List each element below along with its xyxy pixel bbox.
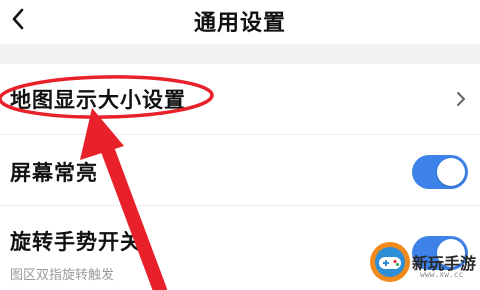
watermark: 新玩手游 www.xw.cc xyxy=(368,234,480,290)
setting-label: 旋转手势开关 xyxy=(10,230,142,254)
setting-description: 图区双指旋转触发 xyxy=(10,268,115,283)
setting-label: 地图显示大小设置 xyxy=(10,88,186,112)
watermark-url: www.xw.cc xyxy=(420,270,464,279)
setting-row-screen-on[interactable]: 屏幕常亮 xyxy=(0,135,480,206)
gamepad-logo-icon xyxy=(370,242,410,282)
setting-row-map-size[interactable]: 地图显示大小设置 xyxy=(0,64,480,135)
page-title: 通用设置 xyxy=(193,11,286,36)
toggle-knob xyxy=(437,158,465,186)
chevron-right-icon xyxy=(457,92,465,106)
section-divider xyxy=(0,44,480,64)
screen-on-toggle[interactable] xyxy=(412,155,468,189)
setting-label: 屏幕常亮 xyxy=(10,161,98,185)
app-header: 通用设置 xyxy=(0,0,480,44)
